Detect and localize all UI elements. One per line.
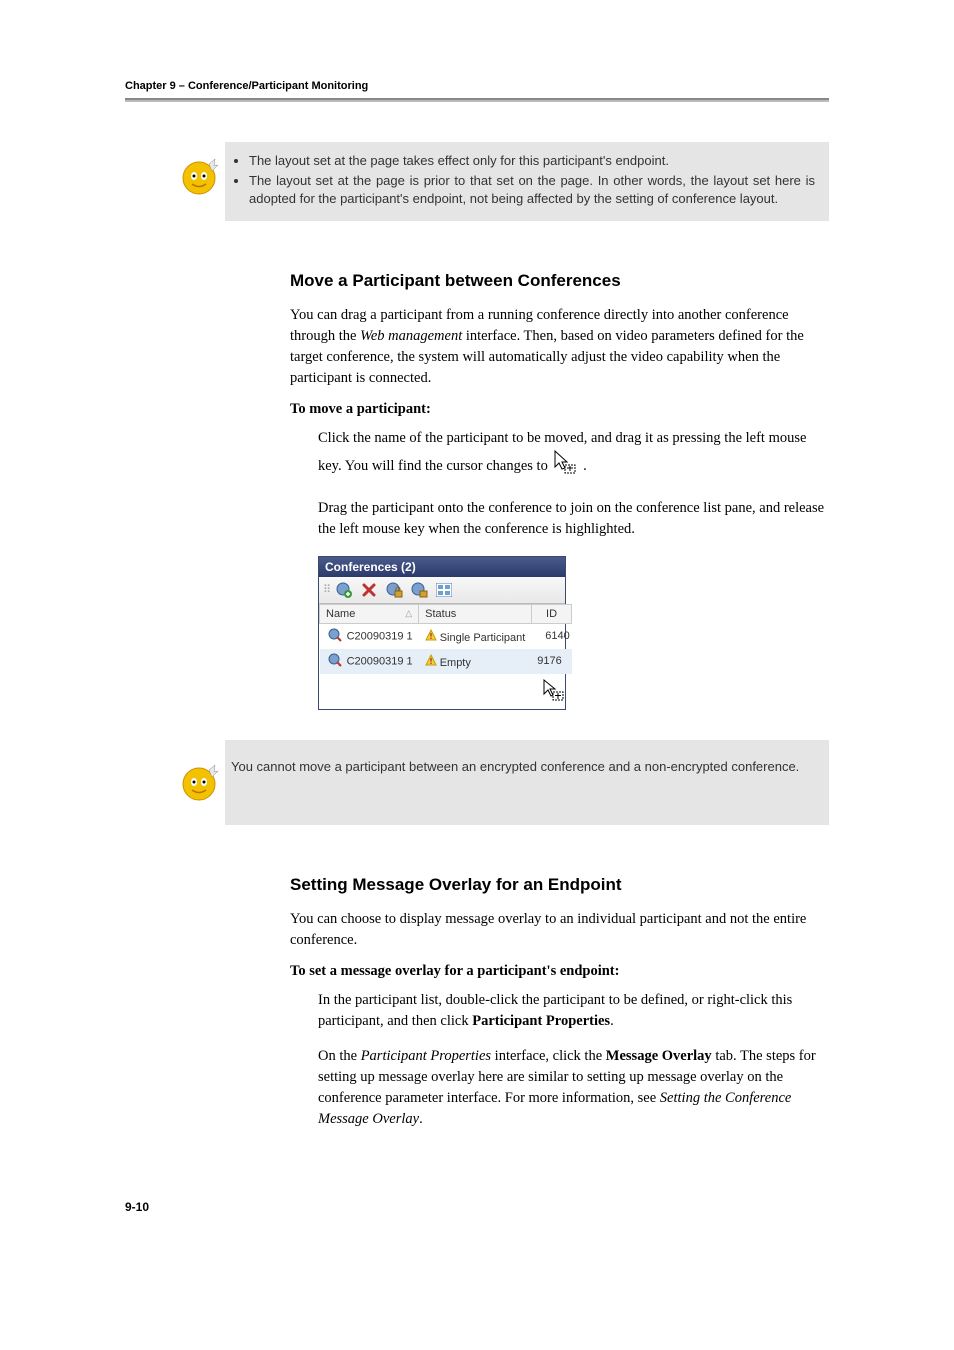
s2s2a: On the — [318, 1048, 361, 1064]
note-box-encrypted: You cannot move a participant between an… — [225, 740, 829, 825]
conference-icon — [326, 633, 345, 645]
note2-text: You cannot move a participant between an… — [231, 758, 815, 807]
note-icon — [179, 156, 219, 211]
section1-step2: Drag the participant onto the conference… — [318, 498, 829, 540]
conferences-pane: Conferences (2) ⠿ — [318, 556, 566, 710]
s1p1i: Web management — [360, 328, 462, 344]
section2-step1: In the participant list, double-click th… — [318, 990, 829, 1032]
note-icon — [179, 762, 219, 807]
row0-name: C20090319 1 — [347, 630, 413, 642]
s2s2bold: Message Overlay — [606, 1048, 712, 1064]
add-conference-button[interactable] — [334, 580, 354, 600]
row0-id: 6140 — [531, 623, 571, 649]
conferences-toolbar: ⠿ — [319, 577, 565, 604]
s2s2b: interface, click the — [491, 1048, 606, 1064]
section-move-participant-title: Move a Participant between Conferences — [290, 271, 829, 291]
row1-id: 9176 — [531, 649, 571, 674]
section1-para1: You can drag a participant from a runnin… — [290, 305, 829, 389]
drag-cursor-icon — [542, 693, 566, 705]
row1-name: C20090319 1 — [347, 655, 413, 667]
conference-icon — [326, 658, 345, 670]
section1-step1: Click the name of the participant to be … — [318, 428, 829, 484]
layout-button[interactable] — [434, 580, 454, 600]
col-status[interactable]: Status — [419, 604, 532, 623]
note1-bullet2: The layout set at the page is prior to t… — [249, 172, 815, 208]
note1-b1-text1: The layout set at the — [249, 153, 370, 168]
row1-status: Empty — [440, 657, 471, 669]
header-rule — [125, 98, 829, 102]
warning-icon — [425, 657, 440, 669]
section1-lead: To move a participant: — [290, 401, 829, 418]
page-number: 9-10 — [125, 1200, 829, 1214]
col-id[interactable]: ID — [531, 604, 571, 623]
s2s2i1: Participant Properties — [361, 1048, 491, 1064]
s2s2d: . — [419, 1111, 423, 1127]
s2s1b: . — [610, 1013, 614, 1029]
s1s1b: . — [583, 457, 587, 473]
s2s1bold: Participant Properties — [472, 1013, 610, 1029]
delete-conference-button[interactable] — [359, 580, 379, 600]
note1-b2-text2: page is prior to that set on the — [376, 173, 560, 188]
conferences-pane-title: Conferences (2) — [319, 557, 565, 577]
note-box-layout: The layout set at the page takes effect … — [225, 142, 829, 221]
lock-conference-button[interactable] — [384, 580, 404, 600]
warning-icon — [425, 632, 440, 644]
note1-bullet1: The layout set at the page takes effect … — [249, 152, 815, 170]
table-row[interactable]: C20090319 1 Single Participant 6140 — [320, 623, 572, 649]
conference-settings-button[interactable] — [409, 580, 429, 600]
row0-status: Single Participant — [440, 632, 526, 644]
section2-para1: You can choose to display message overla… — [290, 909, 829, 951]
drag-cursor-icon — [553, 465, 581, 481]
section2-lead: To set a message overlay for a participa… — [290, 963, 829, 980]
conferences-table: Name△ Status ID C20090319 1 — [319, 604, 572, 709]
section-message-overlay-title: Setting Message Overlay for an Endpoint — [290, 875, 829, 895]
toolbar-grip-icon: ⠿ — [323, 583, 329, 596]
section2-step2: On the Participant Properties interface,… — [318, 1046, 829, 1130]
table-row[interactable]: C20090319 1 Empty 9176 — [320, 649, 572, 674]
chapter-header: Chapter 9 – Conference/Participant Monit… — [125, 80, 829, 92]
note1-b1-text2: page takes effect only for this particip… — [370, 153, 669, 168]
note1-b2-text1: The layout set at the — [249, 173, 376, 188]
col-name[interactable]: Name△ — [320, 604, 419, 623]
